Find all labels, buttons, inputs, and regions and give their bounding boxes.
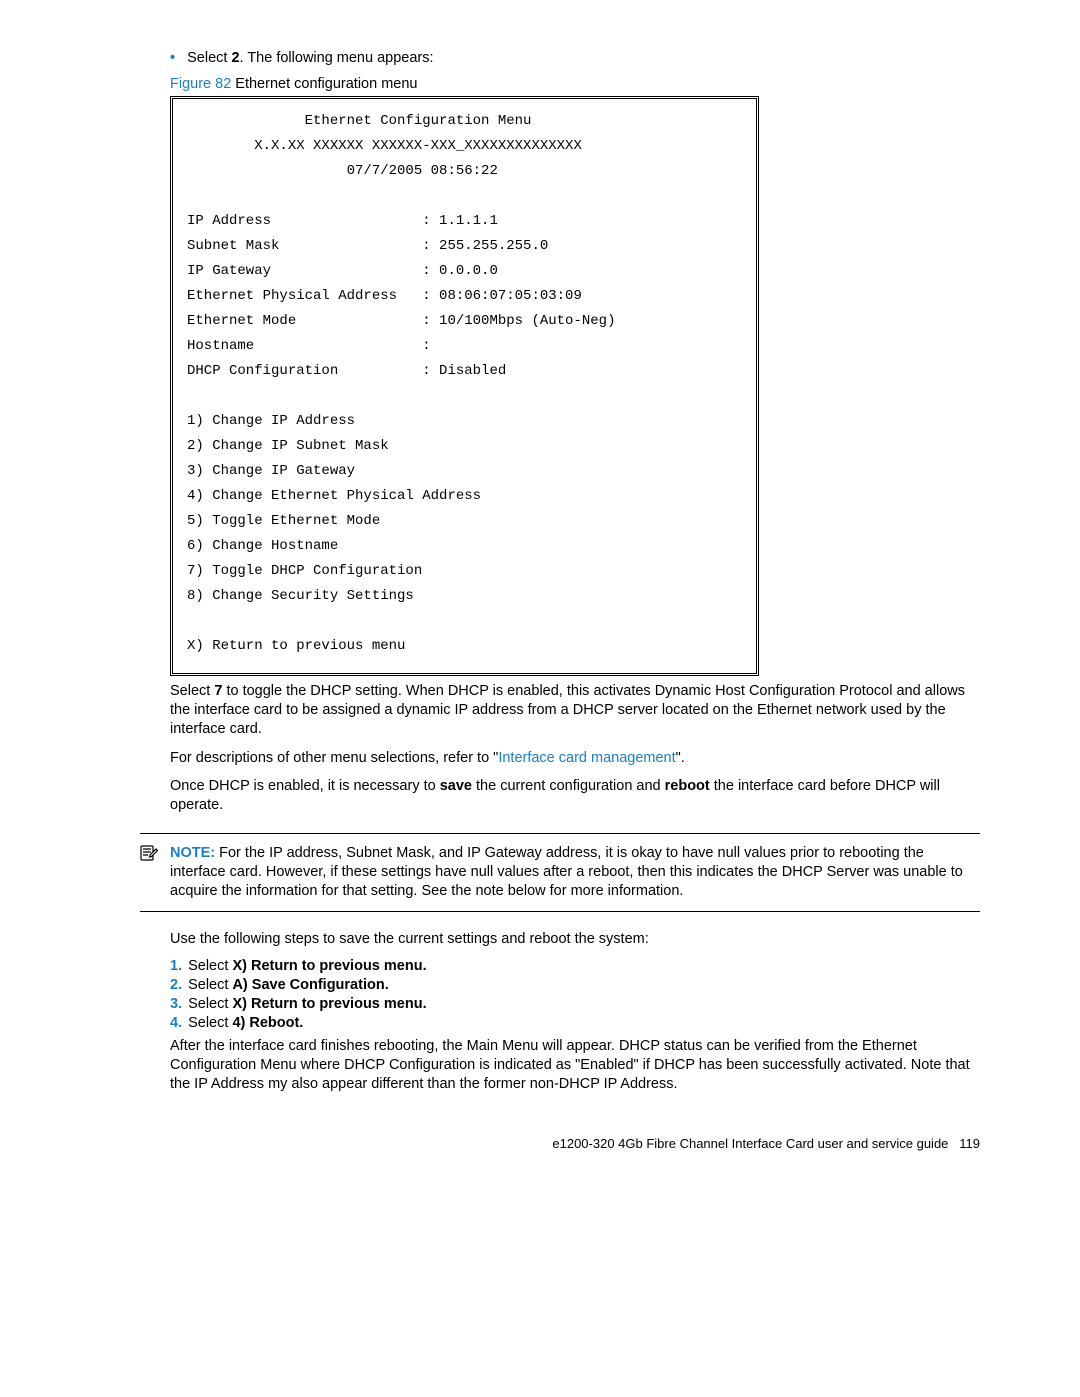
paragraph-5: After the interface card finishes reboot… <box>170 1037 980 1094</box>
step-item: 4.Select 4) Reboot. <box>170 1015 980 1031</box>
footer-title: e1200-320 4Gb Fibre Channel Interface Ca… <box>552 1136 948 1151</box>
note-text: NOTE: For the IP address, Subnet Mask, a… <box>170 844 980 901</box>
paragraph-1: Select 7 to toggle the DHCP setting. Whe… <box>170 682 980 739</box>
step-number: 3. <box>170 996 182 1012</box>
note-block: NOTE: For the IP address, Subnet Mask, a… <box>140 833 980 912</box>
note-icon <box>140 848 158 865</box>
note-label: NOTE: <box>170 845 215 861</box>
intro-bullet: • Select 2. The following menu appears: <box>170 50 980 66</box>
intro-text-b: 2 <box>231 50 239 66</box>
step-item: 3.Select X) Return to previous menu. <box>170 996 980 1012</box>
step-number: 1. <box>170 958 182 974</box>
paragraph-3: Once DHCP is enabled, it is necessary to… <box>170 777 980 815</box>
footer-page: 119 <box>959 1136 980 1151</box>
intro-text-a: Select <box>187 50 231 66</box>
figure-caption-text: Ethernet configuration menu <box>231 76 417 92</box>
paragraph-4: Use the following steps to save the curr… <box>170 930 980 949</box>
figure-caption: Figure 82 Ethernet configuration menu <box>170 76 980 92</box>
figure-label: Figure 82 <box>170 76 231 92</box>
step-number: 2. <box>170 977 182 993</box>
page-footer: e1200-320 4Gb Fibre Channel Interface Ca… <box>140 1136 980 1151</box>
step-number: 4. <box>170 1015 182 1031</box>
intro-text-c: . The following menu appears: <box>240 50 434 66</box>
step-item: 1.Select X) Return to previous menu. <box>170 958 980 974</box>
paragraph-2: For descriptions of other menu selection… <box>170 749 980 768</box>
bullet-icon: • <box>170 50 175 66</box>
link-interface-card-management[interactable]: Interface card management <box>498 750 675 766</box>
step-item: 2.Select A) Save Configuration. <box>170 977 980 993</box>
ordered-steps: 1.Select X) Return to previous menu. 2.Se… <box>140 958 980 1031</box>
terminal-window: Ethernet Configuration Menu X.X.XX XXXXX… <box>170 96 759 676</box>
